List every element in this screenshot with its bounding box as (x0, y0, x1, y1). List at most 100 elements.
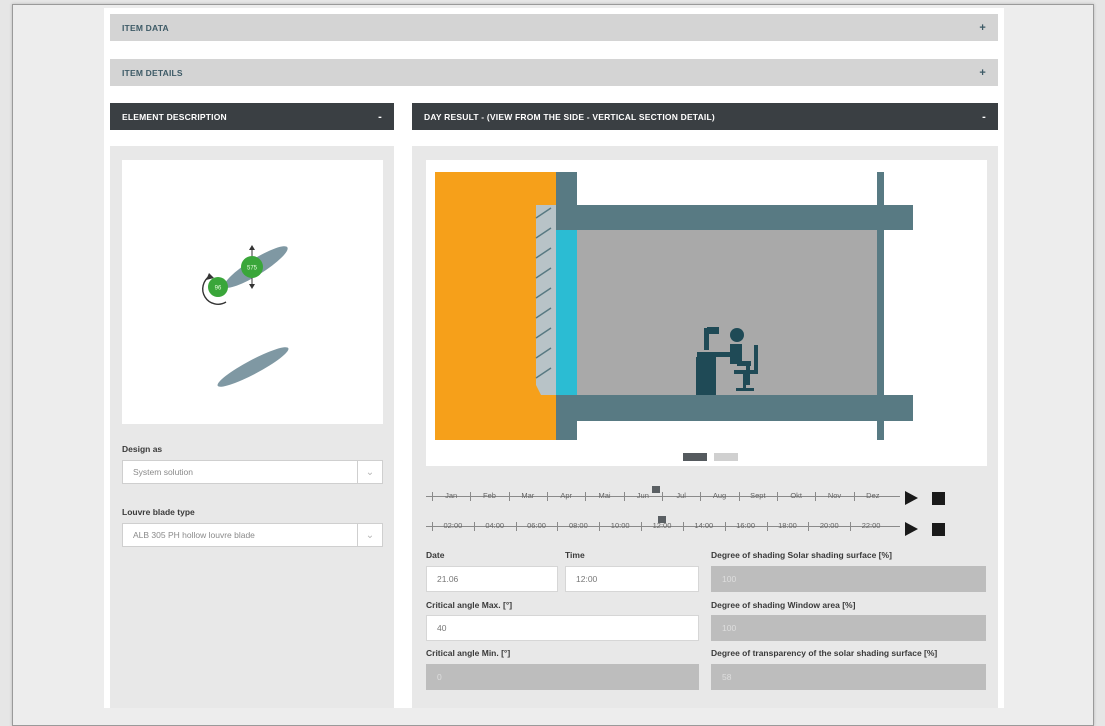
day-result-title: DAY RESULT - (VIEW FROM THE SIDE - VERTI… (424, 111, 715, 122)
shading-window-field: 100 (711, 615, 986, 641)
month-label[interactable]: Sept (750, 491, 765, 500)
month-label[interactable]: Dez (866, 491, 879, 500)
month-tick (777, 492, 778, 501)
element-description-collapse-icon[interactable]: - (378, 111, 382, 123)
date-field[interactable]: 21.06 (426, 566, 558, 592)
blade-diagram: 96 575 (202, 245, 289, 387)
hour-label[interactable]: 06:00 (527, 521, 546, 530)
chevron-down-icon[interactable]: ⌄ (357, 524, 382, 546)
critical-angle-min-label: Critical angle Min. [°] (426, 648, 511, 658)
month-label[interactable]: Feb (483, 491, 496, 500)
hour-label[interactable]: 22:00 (862, 521, 881, 530)
month-tick (432, 492, 433, 501)
month-label[interactable]: Aug (713, 491, 726, 500)
rotate-handle-label: 96 (215, 286, 222, 292)
shading-window-value: 100 (722, 623, 737, 633)
item-details-header[interactable]: ITEM DETAILS + (110, 59, 998, 86)
window-glass (556, 230, 577, 395)
hour-tick (599, 522, 601, 531)
louvre-blade-type-label: Louvre blade type (122, 507, 195, 517)
slide-dot[interactable] (714, 453, 738, 461)
month-timeline[interactable]: Jan Feb Mar Apr Mai Jun Jul Aug Sept Okt Nov Dez (426, 484, 900, 504)
hour-tick (724, 522, 726, 531)
move-down-arrow-icon (249, 284, 255, 289)
shading-surface-field: 100 (711, 566, 986, 592)
hour-label[interactable]: 16:00 (736, 521, 755, 530)
date-value: 21.06 (437, 574, 459, 584)
transparency-label: Degree of transparency of the solar shad… (711, 648, 938, 658)
shading-surface-value: 100 (722, 574, 737, 584)
critical-angle-min-field: 0 (426, 664, 699, 690)
hour-label[interactable]: 20:00 (820, 521, 839, 530)
design-as-select[interactable]: System solution ⌄ (122, 460, 383, 484)
month-tick (508, 492, 510, 501)
hour-stop-icon[interactable] (932, 523, 945, 536)
shading-surface-label: Degree of shading Solar shading surface … (711, 550, 892, 560)
day-result-collapse-icon[interactable]: - (982, 111, 986, 123)
hour-tick (515, 522, 517, 531)
item-data-expand-icon[interactable]: + (979, 22, 986, 34)
hour-label[interactable]: 10:00 (611, 521, 630, 530)
slide-dot[interactable] (683, 453, 707, 461)
chevron-down-icon[interactable]: ⌄ (357, 461, 382, 483)
month-tick (815, 492, 817, 501)
month-tick (700, 492, 702, 501)
blade-diagram-card: 96 575 (122, 160, 383, 424)
move-up-arrow-icon (249, 245, 255, 250)
date-label: Date (426, 550, 445, 560)
section-view-card (426, 160, 987, 466)
month-play-icon[interactable] (905, 491, 918, 505)
month-label[interactable]: Jul (676, 491, 686, 500)
hour-label[interactable]: 18:00 (778, 521, 797, 530)
month-label[interactable]: Apr (560, 491, 572, 500)
hour-play-icon[interactable] (905, 522, 918, 536)
month-tick (547, 492, 548, 501)
design-as-label: Design as (122, 444, 163, 454)
hour-label[interactable]: 08:00 (569, 521, 588, 530)
item-details-title: ITEM DETAILS (122, 67, 183, 78)
hour-tick (641, 522, 643, 531)
move-handle-label: 575 (247, 266, 258, 272)
louvre-blade-type-value: ALB 305 PH hollow louvre blade (133, 530, 255, 540)
critical-angle-min-value: 0 (437, 672, 442, 682)
month-label[interactable]: Nov (828, 491, 841, 500)
transparency-value: 58 (722, 672, 732, 682)
hour-label[interactable]: 04:00 (485, 521, 504, 530)
lower-louvre-blade (217, 347, 289, 387)
item-data-header[interactable]: ITEM DATA + (110, 14, 998, 41)
hour-label[interactable]: 02:00 (444, 521, 463, 530)
room-interior (577, 230, 877, 395)
item-details-expand-icon[interactable]: + (979, 67, 986, 79)
month-tick (662, 492, 663, 501)
month-tick (738, 492, 740, 501)
hour-tick (682, 522, 684, 531)
month-label[interactable]: Mai (598, 491, 610, 500)
time-value: 12:00 (576, 574, 598, 584)
day-result-header[interactable]: DAY RESULT - (VIEW FROM THE SIDE - VERTI… (412, 103, 998, 130)
month-label[interactable]: Okt (790, 491, 802, 500)
hour-timeline[interactable]: 02:00 04:00 06:00 08:00 10:00 12:00 14:00 16:00… (426, 514, 900, 534)
element-description-header[interactable]: ELEMENT DESCRIPTION - (110, 103, 394, 130)
hour-tick (432, 522, 433, 531)
month-tick (585, 492, 587, 501)
time-label: Time (565, 550, 585, 560)
month-stop-icon[interactable] (932, 492, 945, 505)
element-description-title: ELEMENT DESCRIPTION (122, 111, 227, 122)
shading-window-label: Degree of shading Window area [%] (711, 600, 856, 610)
hour-tick (850, 522, 852, 531)
month-label[interactable]: Jan (445, 491, 457, 500)
month-tick (853, 492, 855, 501)
vertical-section-diagram (435, 172, 913, 440)
design-as-value: System solution (133, 467, 193, 477)
hour-tick (557, 522, 559, 531)
rear-column (877, 172, 884, 440)
month-label[interactable]: Jun (637, 491, 649, 500)
month-label[interactable]: Mar (521, 491, 534, 500)
critical-angle-max-field[interactable]: 40 (426, 615, 699, 641)
month-slider-thumb[interactable] (652, 486, 661, 493)
louvre-blade-type-select[interactable]: ALB 305 PH hollow louvre blade ⌄ (122, 523, 383, 547)
hour-label[interactable]: 14:00 (694, 521, 713, 530)
hour-slider-thumb[interactable] (658, 516, 666, 523)
time-field[interactable]: 12:00 (565, 566, 699, 592)
hour-tick (473, 522, 475, 531)
